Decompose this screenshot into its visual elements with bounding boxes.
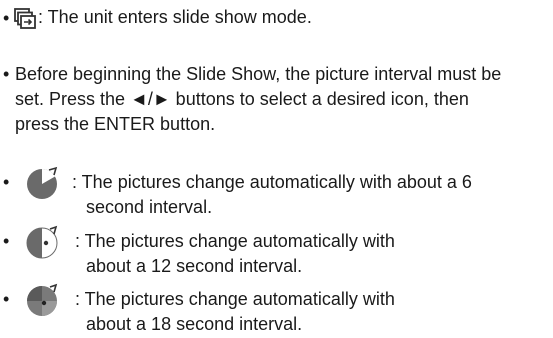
bullet: • (3, 289, 10, 309)
item-text-line: : The unit enters slide show mode. (38, 7, 312, 27)
bullet: • (3, 8, 10, 28)
item-text-line: : The pictures change automatically with (75, 289, 395, 309)
item-text-line: : The pictures change automatically with… (72, 172, 472, 192)
bullet: • (3, 172, 10, 192)
item-text-line: set. Press the ◄/► buttons to select a d… (15, 89, 469, 109)
item-text-line: about a 18 second interval. (86, 314, 303, 334)
bullet: • (3, 64, 10, 84)
bullet: • (3, 231, 10, 251)
item-text-line: : The pictures change automatically with (75, 231, 395, 251)
slideshow-icon (14, 8, 36, 37)
interval-12s-icon (16, 224, 68, 267)
item-text-line: press the ENTER button. (15, 114, 216, 134)
interval-18s-icon (16, 282, 68, 325)
item-text-line: second interval. (86, 197, 213, 217)
interval-6s-icon (16, 165, 68, 208)
item-text-line: about a 12 second interval. (86, 256, 303, 276)
item-text-line: Before beginning the Slide Show, the pic… (15, 64, 502, 84)
